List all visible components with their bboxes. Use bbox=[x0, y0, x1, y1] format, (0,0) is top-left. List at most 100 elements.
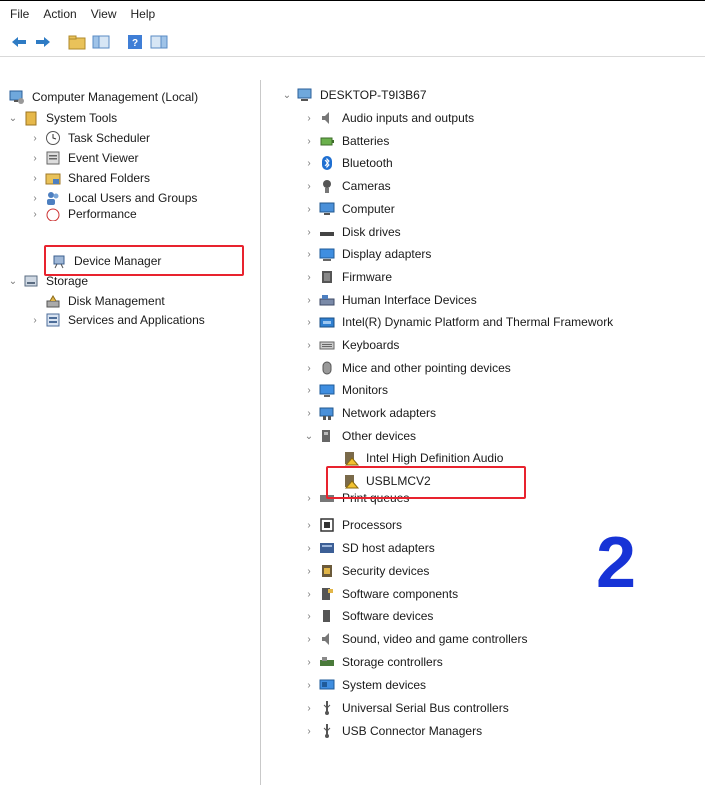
device-category-security[interactable]: › Security devices bbox=[304, 561, 429, 581]
expand-icon[interactable]: › bbox=[304, 589, 314, 600]
expand-icon[interactable]: › bbox=[304, 317, 314, 328]
expand-icon[interactable]: › bbox=[304, 227, 314, 238]
event-viewer-icon bbox=[44, 150, 62, 166]
device-item-intel-hd-audio[interactable]: Intel High Definition Audio bbox=[342, 448, 503, 468]
expand-icon[interactable]: › bbox=[30, 173, 40, 184]
device-category-mice[interactable]: › Mice and other pointing devices bbox=[304, 358, 511, 378]
expand-icon[interactable]: › bbox=[304, 113, 314, 124]
tree-label: Storage bbox=[46, 274, 89, 288]
tree-item-performance[interactable]: › Performance bbox=[30, 207, 137, 221]
show-hide-tree-button[interactable] bbox=[90, 32, 112, 52]
expand-icon[interactable]: › bbox=[304, 657, 314, 668]
expand-icon[interactable]: › bbox=[304, 249, 314, 260]
help-button[interactable]: ? bbox=[124, 32, 146, 52]
device-category-system-devices[interactable]: › System devices bbox=[304, 675, 426, 695]
device-category-cameras[interactable]: › Cameras bbox=[304, 176, 391, 196]
expand-icon[interactable]: › bbox=[304, 158, 314, 169]
storage-controller-icon bbox=[318, 654, 336, 670]
collapse-icon[interactable]: ⌄ bbox=[8, 276, 18, 287]
device-category-sd-host[interactable]: › SD host adapters bbox=[304, 538, 434, 558]
tree-item-services-applications[interactable]: › Services and Applications bbox=[30, 310, 204, 330]
device-category-display-adapters[interactable]: › Display adapters bbox=[304, 244, 431, 264]
device-category-sound[interactable]: › Sound, video and game controllers bbox=[304, 629, 527, 649]
expand-icon[interactable]: › bbox=[304, 703, 314, 714]
device-category-bluetooth[interactable]: › Bluetooth bbox=[304, 153, 393, 173]
menu-file[interactable]: File bbox=[10, 7, 29, 21]
tree-item-event-viewer[interactable]: › Event Viewer bbox=[30, 148, 138, 168]
action-pane-button[interactable] bbox=[148, 32, 170, 52]
menu-action[interactable]: Action bbox=[43, 7, 76, 21]
up-level-button[interactable] bbox=[66, 32, 88, 52]
tree-item-shared-folders[interactable]: › Shared Folders bbox=[30, 168, 150, 188]
device-category-software-devices[interactable]: › Software devices bbox=[304, 606, 433, 626]
device-category-firmware[interactable]: › Firmware bbox=[304, 267, 392, 287]
top-border bbox=[0, 0, 705, 1]
device-category-disk-drives[interactable]: › Disk drives bbox=[304, 222, 401, 242]
tree-label: Human Interface Devices bbox=[342, 293, 477, 307]
expand-icon[interactable]: › bbox=[304, 634, 314, 645]
device-category-storage-controllers[interactable]: › Storage controllers bbox=[304, 652, 442, 672]
device-category-usb-connector[interactable]: › USB Connector Managers bbox=[304, 721, 482, 741]
device-category-hid[interactable]: › Human Interface Devices bbox=[304, 290, 477, 310]
expand-icon[interactable]: › bbox=[304, 272, 314, 283]
tree-item-local-users[interactable]: › Local Users and Groups bbox=[30, 188, 197, 208]
tree-label: Software devices bbox=[342, 609, 434, 623]
device-category-software-components[interactable]: › Software components bbox=[304, 584, 458, 604]
monitor-icon bbox=[318, 382, 336, 398]
menu-help[interactable]: Help bbox=[131, 7, 156, 21]
device-category-batteries[interactable]: › Batteries bbox=[304, 131, 389, 151]
tree-item-system-tools[interactable]: ⌄ System Tools bbox=[8, 108, 117, 128]
collapse-icon[interactable]: ⌄ bbox=[8, 113, 18, 124]
help-icon: ? bbox=[128, 34, 142, 49]
tree-label: Mice and other pointing devices bbox=[342, 361, 511, 375]
tree-label: System Tools bbox=[46, 111, 118, 125]
expand-icon[interactable]: › bbox=[304, 181, 314, 192]
tree-label: USB Connector Managers bbox=[342, 724, 483, 738]
device-category-keyboards[interactable]: › Keyboards bbox=[304, 335, 399, 355]
menu-view[interactable]: View bbox=[91, 7, 117, 21]
tree-label: Disk drives bbox=[342, 225, 401, 239]
expand-icon[interactable]: › bbox=[304, 493, 314, 504]
device-category-computer[interactable]: › Computer bbox=[304, 199, 394, 219]
expand-icon[interactable]: › bbox=[304, 136, 314, 147]
tree-item-task-scheduler[interactable]: › Task Scheduler bbox=[30, 128, 150, 148]
tree-label: Other devices bbox=[342, 429, 417, 443]
device-category-other-devices[interactable]: ⌄ Other devices bbox=[304, 426, 416, 446]
sound-icon bbox=[318, 631, 336, 647]
forward-button[interactable] bbox=[32, 32, 54, 52]
collapse-icon[interactable]: ⌄ bbox=[282, 90, 292, 101]
expand-icon[interactable]: › bbox=[304, 363, 314, 374]
expand-icon[interactable]: › bbox=[30, 193, 40, 204]
expand-icon[interactable]: › bbox=[304, 543, 314, 554]
back-button[interactable] bbox=[8, 32, 30, 52]
expand-icon[interactable]: › bbox=[30, 133, 40, 144]
tree-label: Batteries bbox=[342, 134, 390, 148]
expand-icon[interactable]: › bbox=[304, 726, 314, 737]
expand-icon[interactable]: › bbox=[304, 408, 314, 419]
expand-icon[interactable]: › bbox=[304, 204, 314, 215]
device-tree-root[interactable]: ⌄ DESKTOP-T9I3B67 bbox=[282, 85, 427, 105]
tree-label: Local Users and Groups bbox=[68, 191, 198, 205]
computer-icon bbox=[296, 87, 314, 103]
expand-icon[interactable]: › bbox=[30, 153, 40, 164]
console-tree-icon bbox=[92, 35, 110, 48]
expand-icon[interactable]: › bbox=[304, 566, 314, 577]
expand-icon[interactable]: › bbox=[304, 340, 314, 351]
tree-label: Bluetooth bbox=[342, 156, 393, 170]
device-category-network[interactable]: › Network adapters bbox=[304, 403, 436, 423]
expand-icon[interactable]: › bbox=[304, 680, 314, 691]
device-category-monitors[interactable]: › Monitors bbox=[304, 380, 388, 400]
expand-icon[interactable]: › bbox=[304, 611, 314, 622]
tree-item-disk-management[interactable]: Disk Management bbox=[44, 291, 165, 311]
tree-item-computer-management[interactable]: Computer Management (Local) bbox=[8, 87, 198, 107]
expand-icon[interactable]: › bbox=[30, 209, 40, 220]
device-category-processors[interactable]: › Processors bbox=[304, 515, 402, 535]
expand-icon[interactable]: › bbox=[30, 315, 40, 326]
device-category-audio[interactable]: › Audio inputs and outputs bbox=[304, 108, 474, 128]
expand-icon[interactable]: › bbox=[304, 385, 314, 396]
expand-icon[interactable]: › bbox=[304, 295, 314, 306]
device-category-intel-dptf[interactable]: › Intel(R) Dynamic Platform and Thermal F… bbox=[304, 312, 613, 332]
device-category-usb-controllers[interactable]: › Universal Serial Bus controllers bbox=[304, 698, 509, 718]
expand-icon[interactable]: › bbox=[304, 520, 314, 531]
collapse-icon[interactable]: ⌄ bbox=[304, 431, 314, 442]
